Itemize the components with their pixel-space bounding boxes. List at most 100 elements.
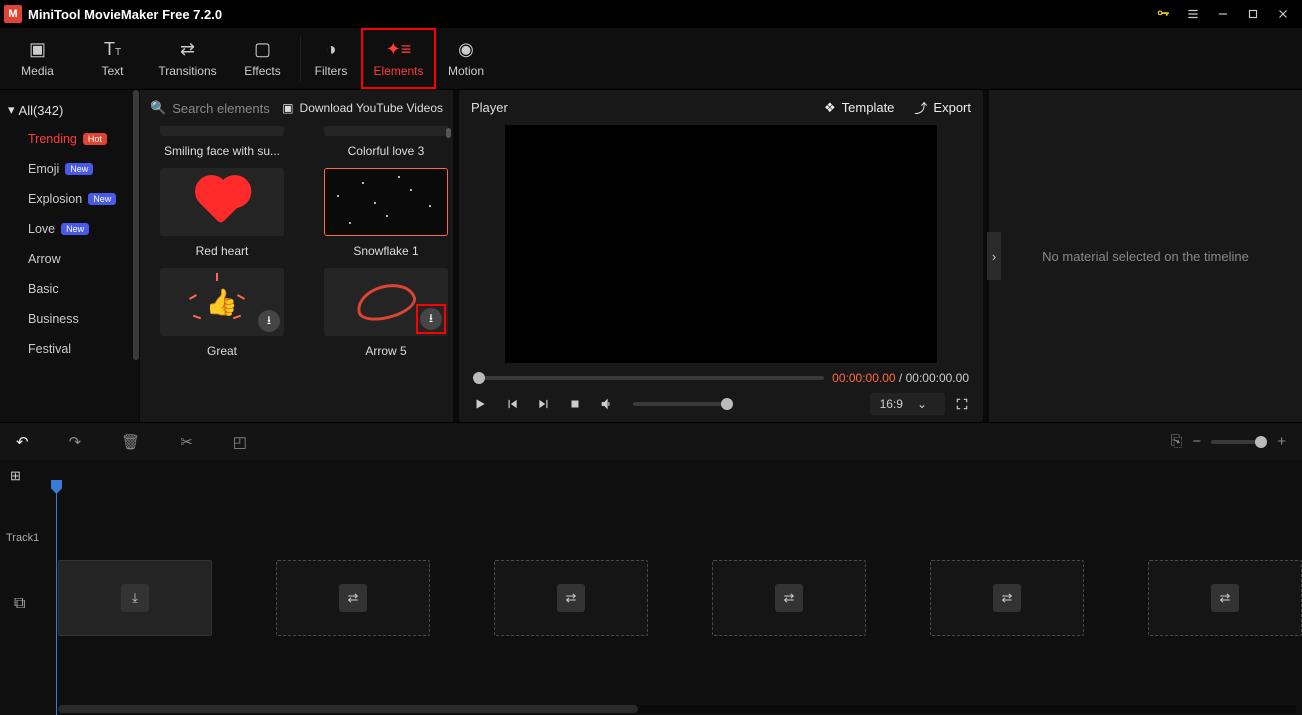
grid-item-great[interactable]: 👍 ⭳ Great [160, 268, 284, 358]
seek-bar[interactable] [473, 376, 824, 380]
timeline-clip-slot[interactable]: ⇄ [712, 560, 866, 636]
sidebar-item-label: Explosion [28, 192, 82, 206]
inspector-empty-text: No material selected on the timeline [1042, 249, 1249, 264]
text-icon: TT [104, 39, 121, 60]
sidebar-item-label: Trending [28, 132, 77, 146]
timecode-total: 00:00:00.00 [906, 371, 969, 385]
sidebar-item-business[interactable]: Business [0, 304, 139, 334]
next-frame-button[interactable] [537, 397, 551, 411]
chevron-down-icon: ⌄ [917, 397, 927, 411]
timeline-scrollbar[interactable] [58, 705, 1296, 713]
grid-item-label: Great [160, 344, 284, 358]
download-icon[interactable]: ⭳ [420, 308, 442, 330]
tab-effects[interactable]: ▢ Effects [225, 28, 300, 89]
timecode: 00:00:00.00 / 00:00:00.00 [832, 371, 969, 385]
sidebar-item-explosion[interactable]: Explosion New [0, 184, 139, 214]
export-button[interactable]: ⤴ Export [914, 98, 971, 117]
add-track-button[interactable]: ⊞ [10, 468, 21, 484]
category-sidebar: ▾ All(342) Trending Hot Emoji New Explos… [0, 90, 140, 422]
zoom-in-button[interactable]: + [1277, 433, 1286, 450]
timeline-clip-slot[interactable]: ⇄ [1148, 560, 1302, 636]
folder-icon: ▣ [29, 39, 46, 60]
timeline-option-icon[interactable]: ⎘ [1170, 433, 1182, 450]
maximize-button[interactable] [1238, 0, 1268, 28]
timeline-clip-slot[interactable]: ⇄ [494, 560, 648, 636]
badge-new: New [65, 163, 93, 175]
sidebar-item-label: Emoji [28, 162, 59, 176]
sidebar-item-festival[interactable]: Festival [0, 334, 139, 364]
volume-slider[interactable] [633, 402, 733, 406]
timeline-clip-slot[interactable]: ⇄ [930, 560, 1084, 636]
main-row: ▾ All(342) Trending Hot Emoji New Explos… [0, 90, 1302, 422]
timeline-clip-slot[interactable]: ⤓ [58, 560, 212, 636]
sidebar-scrollbar[interactable] [133, 90, 139, 360]
inspector-panel: › No material selected on the timeline [989, 90, 1302, 422]
titlebar: M MiniTool MovieMaker Free 7.2.0 [0, 0, 1302, 28]
zoom-out-button[interactable]: − [1192, 433, 1201, 450]
export-icon: ⤴ [914, 98, 927, 117]
grid-scrollbar[interactable] [446, 128, 451, 138]
effects-icon: ▢ [254, 39, 271, 60]
grid-item-snowflake[interactable]: Snowflake 1 [324, 168, 448, 258]
sidebar-item-arrow[interactable]: Arrow [0, 244, 139, 274]
playhead[interactable] [56, 488, 57, 715]
template-button[interactable]: ❖ Template [824, 100, 894, 116]
crop-button[interactable]: ◰ [233, 433, 247, 451]
volume-icon[interactable] [599, 396, 615, 412]
tab-transitions[interactable]: ⇄ Transitions [150, 28, 225, 89]
sidebar-item-label: Love [28, 222, 55, 236]
download-youtube-link[interactable]: ▣ Download YouTube Videos [282, 101, 443, 115]
track-label: Track1 [6, 532, 39, 544]
tab-label: Transitions [158, 64, 216, 78]
tab-text[interactable]: TT Text [75, 28, 150, 89]
timeline-clip-slot[interactable]: ⇄ [276, 560, 430, 636]
stop-button[interactable] [569, 398, 581, 410]
sidebar-all[interactable]: ▾ All(342) [0, 96, 139, 124]
tab-label: Filters [315, 64, 348, 78]
app-title: MiniTool MovieMaker Free 7.2.0 [28, 7, 222, 22]
redo-button[interactable]: ↷ [69, 433, 82, 451]
grid-item-arrow5[interactable]: ⭳ Arrow 5 [324, 268, 448, 358]
search-icon: 🔍 [150, 100, 166, 116]
sidebar-item-trending[interactable]: Trending Hot [0, 124, 139, 154]
key-icon[interactable] [1148, 0, 1178, 28]
ratio-value: 16:9 [880, 397, 903, 411]
tab-media[interactable]: ▣ Media [0, 28, 75, 89]
grid-item[interactable]: Smiling face with su... [160, 126, 284, 158]
grid-item[interactable]: Colorful love 3 [324, 126, 448, 158]
undo-button[interactable]: ↶ [16, 433, 29, 451]
expand-inspector-button[interactable]: › [987, 232, 1001, 280]
sidebar-item-love[interactable]: Love New [0, 214, 139, 244]
player-title: Player [471, 100, 508, 115]
elements-grid: 🔍 Search elements ▣ Download YouTube Vid… [140, 90, 453, 422]
sidebar-item-label: Basic [28, 282, 59, 296]
hamburger-icon[interactable] [1178, 0, 1208, 28]
main-toolbar: ▣ Media TT Text ⇄ Transitions ▢ Effects … [0, 28, 1302, 90]
tab-motion[interactable]: ◉ Motion [436, 28, 496, 89]
transitions-icon: ⇄ [180, 39, 195, 60]
split-button[interactable]: ✂ [180, 433, 193, 451]
fullscreen-button[interactable] [955, 397, 969, 411]
search-placeholder: Search elements [172, 101, 270, 116]
play-button[interactable] [473, 397, 487, 411]
elements-icon: ✦≡ [386, 39, 412, 60]
motion-icon: ◉ [458, 39, 474, 60]
download-icon[interactable]: ⭳ [258, 310, 280, 332]
badge-new: New [88, 193, 116, 205]
close-button[interactable] [1268, 0, 1298, 28]
minimize-button[interactable] [1208, 0, 1238, 28]
tab-label: Motion [448, 64, 484, 78]
sidebar-item-emoji[interactable]: Emoji New [0, 154, 139, 184]
timeline: ⊞ Track1 ⧉ ⤓ ⇄ ⇄ ⇄ ⇄ ⇄ [0, 460, 1302, 715]
aspect-ratio-select[interactable]: 16:9 ⌄ [870, 393, 945, 415]
prev-frame-button[interactable] [505, 397, 519, 411]
tab-elements[interactable]: ✦≡ Elements [361, 28, 436, 89]
delete-button[interactable]: 🗑 [121, 433, 140, 451]
zoom-slider[interactable] [1211, 440, 1267, 444]
tab-filters[interactable]: ◑ Filters [301, 28, 361, 89]
sidebar-item-basic[interactable]: Basic [0, 274, 139, 304]
tab-label: Text [101, 64, 123, 78]
tab-label: Elements [373, 64, 423, 78]
grid-item-red-heart[interactable]: Red heart [160, 168, 284, 258]
search-input[interactable]: 🔍 Search elements [150, 100, 270, 116]
